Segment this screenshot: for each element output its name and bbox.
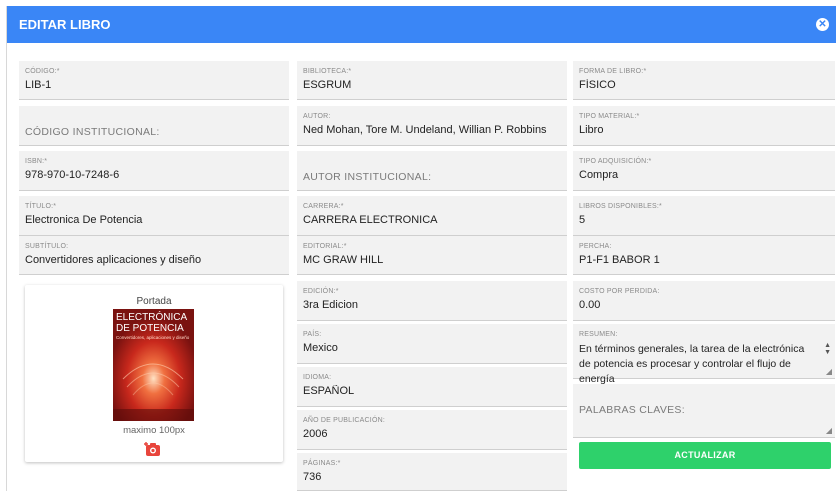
resumen-label: RESUMEN: <box>579 331 618 338</box>
pais-value: Mexico <box>303 342 338 354</box>
subtitulo-value: Convertidores aplicaciones y diseño <box>25 254 202 266</box>
pais-field[interactable]: PAÍS: Mexico <box>297 324 567 364</box>
isbn-label: ISBN:* <box>25 158 48 165</box>
costo-perdida-field[interactable]: COSTO POR PERDIDA: 0.00 <box>573 281 835 321</box>
add-photo-icon[interactable] <box>144 441 162 457</box>
book-cover-image: ELECTRÓNICA DE POTENCIA Convertidores, a… <box>113 309 194 421</box>
tipo-adquisicion-field[interactable]: TIPO ADQUISICIÓN:* Compra <box>573 151 835 191</box>
titulo-field[interactable]: TÍTULO:* Electronica De Potencia <box>19 196 289 236</box>
tipo-material-field[interactable]: TIPO MATERIAL:* Libro <box>573 106 835 146</box>
cover-book-subtitle: Convertidores, aplicaciones y diseño <box>116 335 190 340</box>
codigo-field[interactable]: CÓDIGO:* LIB-1 <box>19 61 289 100</box>
cover-book-title-2: DE POTENCIA <box>116 323 184 334</box>
codigo-value: LIB-1 <box>25 79 52 91</box>
modal-title: EDITAR LIBRO <box>19 17 111 32</box>
edicion-value: 3ra Edicion <box>303 299 359 311</box>
codigo-institucional-field[interactable]: CÓDIGO INSTITUCIONAL: <box>19 106 289 146</box>
cover-card: Portada ELECTRÓNICA DE POTENCIA Converti… <box>25 285 283 462</box>
idioma-label: IDIOMA: <box>303 374 332 381</box>
resize-handle-icon[interactable]: ◢ <box>826 426 832 435</box>
subtitulo-field[interactable]: SUBTÍTULO: Convertidores aplicaciones y … <box>19 236 289 275</box>
tipo-material-value: Libro <box>579 124 604 136</box>
autor-label: AUTOR: <box>303 113 331 120</box>
editorial-value: MC GRAW HILL <box>303 254 384 266</box>
actualizar-button[interactable]: ACTUALIZAR <box>579 442 831 469</box>
resumen-field[interactable]: RESUMEN: En términos generales, la tarea… <box>573 324 835 385</box>
biblioteca-field[interactable]: BIBLIOTECA:* ESGRUM <box>297 61 567 100</box>
biblioteca-value: ESGRUM <box>303 79 352 91</box>
titulo-value: Electronica De Potencia <box>25 214 143 226</box>
cover-size-note: maximo 100px <box>123 425 185 436</box>
biblioteca-label: BIBLIOTECA:* <box>303 68 352 75</box>
libros-disponibles-label: LIBROS DISPONIBLES:* <box>579 203 662 210</box>
carrera-field[interactable]: CARRERA:* CARRERA ELECTRONICA <box>297 196 567 236</box>
libros-disponibles-field[interactable]: LIBROS DISPONIBLES:* 5 <box>573 196 835 236</box>
tipo-material-label: TIPO MATERIAL:* <box>579 113 640 120</box>
pais-label: PAÍS: <box>303 331 322 338</box>
scroll-arrows-icon[interactable]: ▲ ▼ <box>824 342 831 356</box>
isbn-value: 978-970-10-7248-6 <box>25 169 120 181</box>
palabras-claves-field[interactable]: PALABRAS CLAVES: ◢ <box>573 384 835 438</box>
paginas-value: 736 <box>303 471 322 483</box>
autor-institucional-placeholder: AUTOR INSTITUCIONAL: <box>303 171 432 183</box>
carrera-label: CARRERA:* <box>303 203 344 210</box>
titulo-label: TÍTULO:* <box>25 203 57 210</box>
editorial-label: EDITORIAL:* <box>303 243 347 250</box>
anio-publicacion-field[interactable]: AÑO DE PUBLICACIÓN: 2006 <box>297 410 567 450</box>
forma-libro-field[interactable]: FORMA DE LIBRO:* FÍSICO <box>573 61 835 100</box>
codigo-label: CÓDIGO:* <box>25 68 60 75</box>
forma-libro-value: FÍSICO <box>579 79 616 91</box>
costo-perdida-label: COSTO POR PERDIDA: <box>579 288 660 295</box>
cover-book-title-1: ELECTRÓNICA <box>116 310 187 323</box>
libros-disponibles-value: 5 <box>579 214 586 226</box>
codigo-institucional-placeholder: CÓDIGO INSTITUCIONAL: <box>25 126 160 138</box>
autor-value: Ned Mohan, Tore M. Undeland, Willian P. … <box>303 124 547 136</box>
edit-book-modal: EDITAR LIBRO ✕ CÓDIGO:* LIB-1 CÓDIGO INS… <box>6 6 836 491</box>
editorial-field[interactable]: EDITORIAL:* MC GRAW HILL <box>297 236 567 275</box>
anio-publicacion-value: 2006 <box>303 428 328 440</box>
tipo-adquisicion-label: TIPO ADQUISICIÓN:* <box>579 158 652 165</box>
idioma-value: ESPAÑOL <box>303 385 355 397</box>
edicion-label: EDICIÓN:* <box>303 288 339 295</box>
autor-institucional-field[interactable]: AUTOR INSTITUCIONAL: <box>297 151 567 191</box>
subtitulo-label: SUBTÍTULO: <box>25 243 69 250</box>
autor-field[interactable]: AUTOR: Ned Mohan, Tore M. Undeland, Will… <box>297 106 567 146</box>
percha-label: PERCHA: <box>579 243 612 250</box>
percha-field[interactable]: PERCHA: P1-F1 BABOR 1 <box>573 236 835 275</box>
idioma-field[interactable]: IDIOMA: ESPAÑOL <box>297 367 567 407</box>
close-icon[interactable]: ✕ <box>816 18 829 31</box>
resumen-value: En términos generales, la tarea de la el… <box>579 343 805 385</box>
tipo-adquisicion-value: Compra <box>579 169 619 181</box>
carrera-value: CARRERA ELECTRONICA <box>303 214 438 226</box>
paginas-field[interactable]: PÁGINAS:* 736 <box>297 453 567 491</box>
costo-perdida-value: 0.00 <box>579 299 601 311</box>
resize-handle-icon[interactable]: ◢ <box>826 367 832 376</box>
edicion-field[interactable]: EDICIÓN:* 3ra Edicion <box>297 281 567 321</box>
paginas-label: PÁGINAS:* <box>303 460 341 467</box>
cover-title: Portada <box>136 296 172 307</box>
modal-header: EDITAR LIBRO ✕ <box>7 6 836 43</box>
forma-libro-label: FORMA DE LIBRO:* <box>579 68 647 75</box>
palabras-claves-placeholder: PALABRAS CLAVES: <box>579 404 685 416</box>
isbn-field[interactable]: ISBN:* 978-970-10-7248-6 <box>19 151 289 191</box>
anio-publicacion-label: AÑO DE PUBLICACIÓN: <box>303 417 385 424</box>
percha-value: P1-F1 BABOR 1 <box>579 254 660 266</box>
